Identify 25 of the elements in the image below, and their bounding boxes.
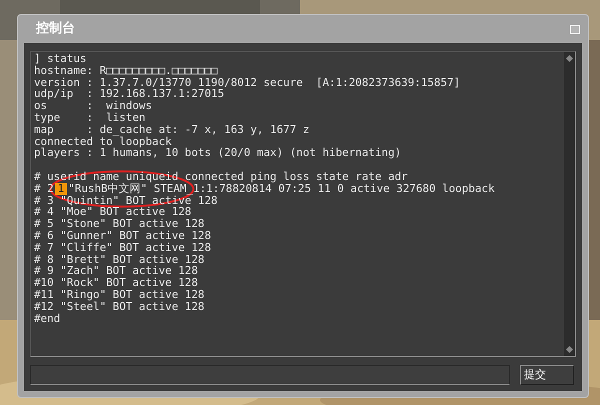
console-line: #11 "Ringo" BOT active 128: [34, 288, 204, 301]
submit-button[interactable]: 提交: [520, 365, 574, 385]
console-line: # 8 "Brett" BOT active 128: [34, 252, 204, 266]
console-line: # 7 "Cliffe" BOT active 128: [34, 240, 212, 254]
console-line: # 6 "Gunner" BOT active 128: [34, 228, 212, 242]
command-input[interactable]: [30, 365, 510, 385]
console-line: connected to loopback: [34, 134, 172, 148]
console-line: version : 1.37.7.0/13770 1190/8012 secure [A:1:2082373639:15857]: [34, 76, 460, 89]
console-line: players : 1 humans, 10 bots (20/0 max) (not hibernating): [34, 146, 402, 160]
console-line: # 5 "Stone" BOT active 128: [34, 217, 204, 230]
maximize-icon[interactable]: [570, 24, 580, 34]
console-line: # 9 "Zach" BOT active 128: [34, 264, 198, 278]
console-line: hostname: R□□□□□□□□□.□□□□□□□: [34, 64, 218, 77]
console-line: type : listen: [34, 110, 146, 124]
console-line: ] status: [34, 52, 86, 65]
highlighted-text: 1: [54, 182, 68, 195]
console-line: map : de_cache at: -7 x, 163 y, 1677 z: [34, 122, 310, 136]
console-line: udp/ip : 192.168.137.1:27015: [34, 87, 224, 100]
console-line: #end: [34, 312, 60, 325]
scrollbar[interactable]: [564, 52, 575, 356]
console-line: #12 "Steel" BOT active 128: [34, 300, 204, 313]
console-line: os : windows: [34, 99, 152, 112]
window-title: 控制台: [36, 20, 75, 38]
console-line: #10 "Rock" BOT active 128: [34, 276, 198, 290]
console-line: # 4 "Moe" BOT active 128: [34, 205, 192, 218]
